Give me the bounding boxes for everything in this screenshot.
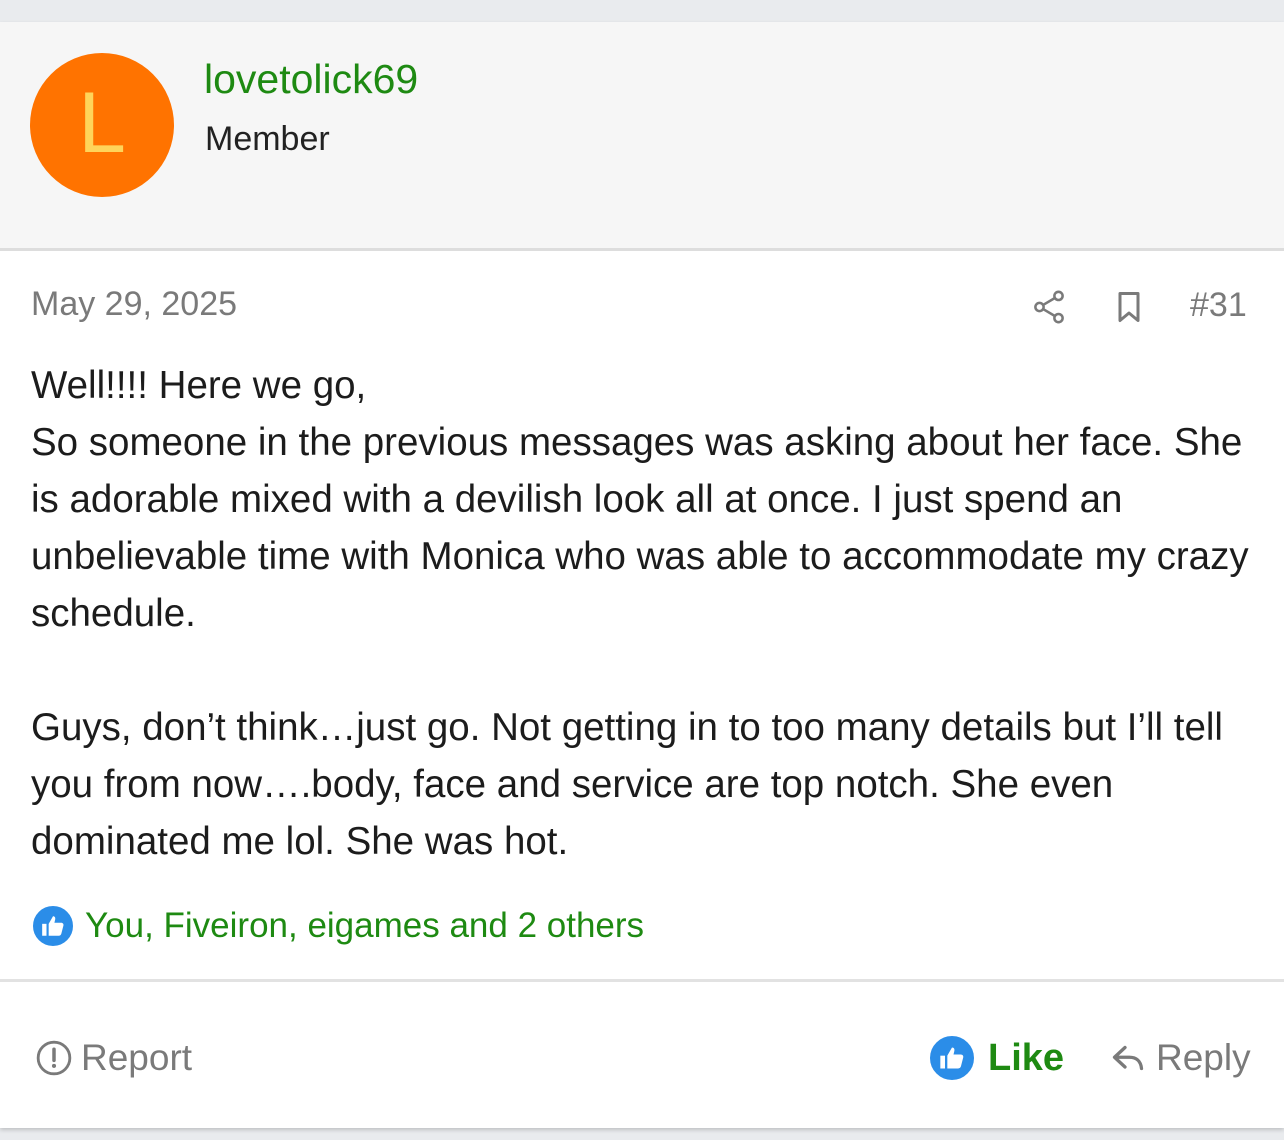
reply-label: Reply	[1156, 1037, 1251, 1078]
thumbs-up-icon	[31, 904, 75, 948]
footer-divider	[0, 979, 1284, 982]
bookmark-icon[interactable]	[1111, 288, 1147, 326]
report-label: Report	[81, 1037, 193, 1078]
user-header: L lovetolick69 Member	[0, 22, 1284, 251]
username-link[interactable]: lovetolick69	[204, 56, 418, 103]
alert-circle-icon	[36, 1040, 72, 1076]
post-body: Well!!!! Here we go, So someone in the p…	[31, 357, 1271, 870]
avatar-letter: L	[78, 75, 126, 171]
reply-arrow-icon	[1112, 1045, 1144, 1071]
user-title: Member	[205, 120, 330, 158]
post-card: L lovetolick69 Member May 29, 2025 #31 W…	[0, 22, 1284, 1128]
post-paragraph: Well!!!! Here we go,	[31, 364, 367, 407]
reactions-summary[interactable]: You, Fiveiron, eigames and 2 others	[31, 902, 644, 950]
post-number-link[interactable]: #31	[1190, 286, 1247, 325]
post-date[interactable]: May 29, 2025	[31, 285, 237, 324]
post-paragraph: So someone in the previous messages was …	[31, 421, 1249, 635]
avatar[interactable]: L	[30, 53, 174, 197]
share-icon[interactable]	[1030, 288, 1068, 326]
like-label: Like	[988, 1036, 1065, 1079]
thumbs-up-icon	[928, 1034, 976, 1082]
reactions-text[interactable]: You, Fiveiron, eigames and 2 others	[85, 906, 644, 946]
report-button[interactable]: Report	[35, 1036, 192, 1080]
post-paragraph: Guys, don’t think…just go. Not getting i…	[31, 706, 1223, 863]
reply-button[interactable]: Reply	[1110, 1036, 1251, 1080]
like-button[interactable]: Like	[928, 1034, 1064, 1082]
